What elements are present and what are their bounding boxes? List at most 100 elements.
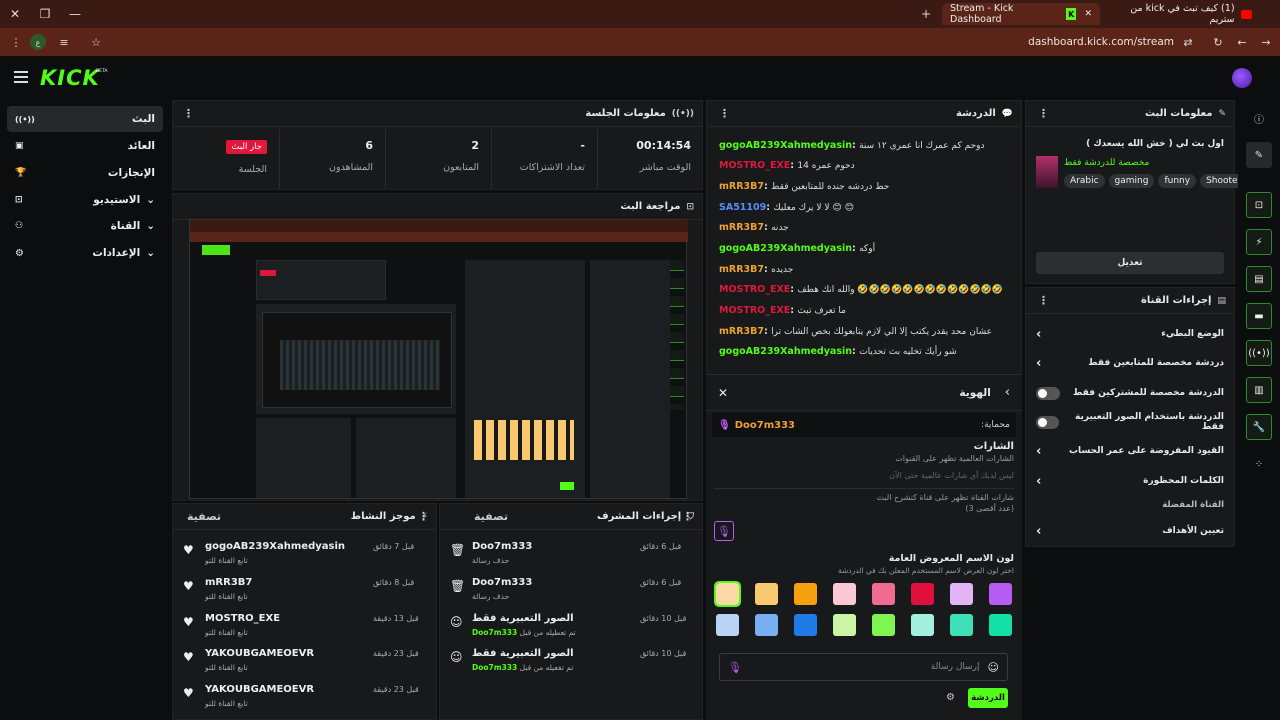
reload-icon[interactable]: ↻ (1210, 34, 1226, 50)
layout-icon[interactable]: ▥ (1246, 377, 1272, 403)
hamburger-menu-icon[interactable] (14, 71, 28, 83)
pencil-icon[interactable]: ✎ (1246, 142, 1272, 168)
extension-icon[interactable]: ع (30, 34, 46, 50)
forward-icon[interactable]: → (1258, 34, 1274, 50)
set-goals-row[interactable]: تعيين الأهداف › (1026, 517, 1234, 545)
slow-mode-row[interactable]: الوضع البطيء › (1026, 320, 1234, 348)
chat-username[interactable]: mRR3B7 (719, 181, 764, 192)
preview-icon[interactable]: ⊡ (1246, 192, 1272, 218)
color-swatch[interactable] (950, 614, 973, 636)
info-icon[interactable]: ⓘ (1246, 105, 1272, 131)
tag-chip[interactable]: Arabic (1064, 174, 1105, 188)
broadcast-icon[interactable]: ((•)) (1246, 340, 1272, 366)
menu-dots-icon[interactable]: ⋮ (8, 34, 24, 50)
edit-stream-button[interactable]: تعديل (1036, 252, 1224, 274)
new-tab-icon[interactable]: + (911, 0, 941, 28)
color-swatch[interactable] (911, 583, 934, 605)
stream-preview-video[interactable] (189, 219, 688, 499)
minimize-window-icon[interactable]: — (60, 0, 90, 28)
emoji-picker-icon[interactable]: ☺ (988, 661, 999, 674)
color-swatch[interactable] (911, 614, 934, 636)
filter-button[interactable]: تصفية (474, 510, 508, 523)
more-options-icon[interactable]: ⋮ (1038, 294, 1049, 307)
tag-chip[interactable]: funny (1158, 174, 1197, 188)
tab-youtube[interactable]: (1) كيف تبث في kick من ستريم (1100, 3, 1260, 25)
category-thumbnail[interactable] (1036, 156, 1058, 188)
color-swatch[interactable] (950, 583, 973, 605)
channel-badge-slot[interactable]: 🎙 (714, 521, 734, 541)
back-chevron-icon[interactable]: › (1005, 385, 1010, 400)
url-text[interactable]: dashboard.kick.com/stream (1028, 36, 1174, 48)
chat-username[interactable]: gogoAB239Xahmedyasin (719, 243, 852, 254)
chat-username[interactable]: mRR3B7 (719, 264, 764, 275)
back-icon[interactable]: ← (1234, 34, 1250, 50)
banned-words-row[interactable]: الكلمات المحظورة › (1026, 467, 1234, 495)
site-settings-icon[interactable]: ⇄ (1180, 34, 1196, 50)
chat-username[interactable]: mRR3B7 (719, 222, 764, 233)
chat-username[interactable]: gogoAB239Xahmedyasin (719, 346, 852, 357)
more-options-icon[interactable]: ⋮ (1038, 107, 1049, 120)
color-swatch[interactable] (833, 614, 856, 636)
lightning-icon[interactable]: ⚡ (1246, 229, 1272, 255)
color-swatch[interactable] (872, 583, 895, 605)
reading-list-icon[interactable]: ≡ (56, 34, 72, 50)
subscribers-only-toggle[interactable] (1036, 386, 1060, 400)
restore-window-icon[interactable]: ❐ (30, 0, 60, 28)
user-avatar[interactable] (1232, 68, 1252, 88)
close-window-icon[interactable]: ✕ (0, 0, 30, 28)
chat-bubble-icon[interactable]: ▬ (1246, 303, 1272, 329)
color-swatch[interactable] (755, 614, 778, 636)
nav-item-channel[interactable]: ⚇ القناة ⌄ (7, 213, 163, 239)
chat-username[interactable]: MOSTRO_EXE (719, 160, 790, 171)
more-options-icon[interactable]: ⋮ (418, 510, 429, 523)
activity-user[interactable]: YAKOUBGAMEOEVR (205, 684, 314, 695)
chat-username[interactable]: gogoAB239Xahmedyasin (719, 140, 852, 151)
bookmark-star-icon[interactable]: ☆ (88, 34, 104, 50)
stream-category[interactable]: مخصصة للدردشة فقط (1064, 158, 1149, 168)
account-age-row[interactable]: القيود المفروضة على عمر الحساب › (1026, 437, 1234, 465)
chat-settings-gear-icon[interactable]: ⚙ (946, 692, 955, 703)
filter-button[interactable]: تصفية (187, 510, 221, 523)
nav-item-broadcast[interactable]: ((•)) البث (7, 106, 163, 132)
color-swatch[interactable] (794, 614, 817, 636)
nav-item-achievements[interactable]: 🏆 الإنجازات (7, 160, 163, 186)
more-options-icon[interactable]: ⋮ (183, 107, 194, 120)
chat-username[interactable]: MOSTRO_EXE (719, 305, 790, 316)
close-tab-icon[interactable]: ✕ (1084, 9, 1092, 19)
activity-user[interactable]: gogoAB239Xahmedyasin (205, 541, 345, 552)
color-swatch[interactable] (989, 583, 1012, 605)
chat-username[interactable]: mRR3B7 (719, 326, 764, 337)
color-swatch[interactable] (794, 583, 817, 605)
chat-username[interactable]: SA51109 (719, 202, 766, 213)
tab-kick-dashboard[interactable]: ✕ K Stream - Kick Dashboard (942, 3, 1100, 25)
close-icon[interactable]: ✕ (718, 386, 728, 400)
mod-action-user[interactable]: Doo7m333 (472, 628, 517, 637)
more-options-icon[interactable]: ⋮ (719, 107, 730, 120)
followers-only-row[interactable]: دردشة مخصصة للمتابعين فقط › (1026, 349, 1234, 377)
nav-item-settings[interactable]: ⚙ الإعدادات ⌄ (7, 240, 163, 266)
nav-item-studio[interactable]: ⊡ الاستيديو ⌄ (7, 187, 163, 213)
wrench-icon[interactable]: 🔧 (1246, 414, 1272, 440)
mod-action-user[interactable]: Doo7m333 (472, 663, 517, 672)
activity-user[interactable]: mRR3B7 (205, 577, 252, 588)
mod-action-title[interactable]: Doo7m333 (472, 577, 532, 588)
color-swatch[interactable] (989, 614, 1012, 636)
tag-chip[interactable]: gaming (1108, 174, 1155, 188)
document-icon[interactable]: ▤ (1246, 266, 1272, 292)
nav-item-revenue[interactable]: ▣ العائد (7, 133, 163, 159)
color-swatch[interactable] (716, 614, 739, 636)
more-dots-icon[interactable]: ⁘ (1246, 451, 1272, 477)
chat-input[interactable]: ☺ إرسال رسالة 🎙 (719, 653, 1008, 681)
emote-only-toggle[interactable] (1036, 415, 1059, 429)
kick-logo[interactable]: KICK (40, 66, 100, 90)
color-swatch[interactable] (833, 583, 856, 605)
more-options-icon[interactable]: ⋮ (682, 510, 693, 523)
activity-user[interactable]: MOSTRO_EXE (205, 613, 280, 624)
activity-user[interactable]: YAKOUBGAMEOEVR (205, 648, 314, 659)
color-swatch[interactable] (872, 614, 895, 636)
color-swatch[interactable] (755, 583, 778, 605)
send-chat-button[interactable]: الدردشة (968, 688, 1008, 708)
mod-action-title[interactable]: Doo7m333 (472, 541, 532, 552)
chat-username[interactable]: MOSTRO_EXE (719, 284, 790, 295)
color-swatch[interactable] (714, 581, 741, 607)
